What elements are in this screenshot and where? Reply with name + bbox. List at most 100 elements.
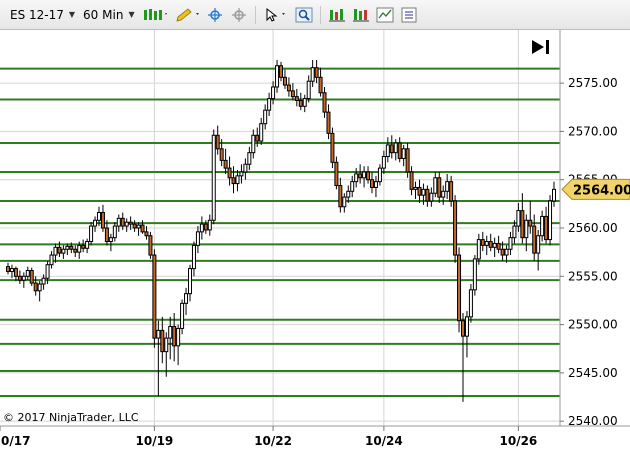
scroll-to-end-button[interactable] <box>526 36 552 58</box>
candle <box>29 267 34 286</box>
candle-body <box>449 181 454 202</box>
candle-body <box>306 80 311 100</box>
drawing-tool-button[interactable] <box>172 4 202 26</box>
candle-body <box>199 223 204 233</box>
candle-body <box>370 179 374 188</box>
candle-body <box>429 192 434 202</box>
strategies-button[interactable] <box>350 4 372 26</box>
global-crosshair-button[interactable] <box>228 4 250 26</box>
end-bar-icon <box>546 40 549 54</box>
candle-body <box>468 289 473 318</box>
price-tick-label: 2555.00 <box>568 269 618 283</box>
candle-body <box>239 171 244 177</box>
candle-body <box>29 269 34 284</box>
magnifier-icon <box>295 7 313 23</box>
candle-body <box>93 219 98 227</box>
candle-body <box>350 181 355 192</box>
candle-body <box>409 171 414 190</box>
candle-body <box>484 241 489 246</box>
candle-body <box>461 320 465 337</box>
candle-body <box>532 225 537 254</box>
candle-body <box>255 134 260 142</box>
pointer-button[interactable] <box>261 4 291 26</box>
last-price-label: 2564.00 <box>573 183 630 198</box>
candle-body <box>25 269 30 277</box>
zoom-button[interactable] <box>293 4 315 26</box>
candle <box>548 195 553 246</box>
candle-body <box>413 186 418 190</box>
last-price-marker: 2564.00 <box>561 178 630 200</box>
candle-body <box>322 92 327 113</box>
data-series-button[interactable] <box>374 4 396 26</box>
time-tick-label: 10/26 <box>500 434 538 448</box>
candle-body <box>279 65 283 78</box>
interval-selector[interactable]: 60 Min ▼ <box>79 4 139 26</box>
candle-body <box>433 177 438 194</box>
candle-body <box>401 148 406 159</box>
candle-body <box>318 76 323 94</box>
bar-type-button[interactable] <box>140 4 170 26</box>
candle-body <box>259 123 264 142</box>
properties-button[interactable] <box>398 4 420 26</box>
candle-body <box>9 268 14 272</box>
candle-body <box>57 246 62 254</box>
candle-body <box>188 268 192 295</box>
candle-body <box>338 185 343 208</box>
candle-body <box>13 268 18 277</box>
candle-body <box>405 148 410 173</box>
chevron-down-icon: ▼ <box>68 10 76 19</box>
chart-panel[interactable]: 2575.002570.002565.002560.002555.002550.… <box>0 30 630 458</box>
candle-body <box>164 337 169 353</box>
crosshair-button[interactable] <box>204 4 226 26</box>
candle-body <box>512 225 517 239</box>
candle <box>152 249 157 348</box>
candle-body <box>421 188 426 196</box>
candle-body <box>128 221 133 225</box>
candle-body <box>425 188 430 202</box>
candle-body <box>271 86 276 100</box>
cursor-arrow-icon <box>263 7 289 23</box>
candle-body <box>211 134 216 221</box>
candle-body <box>480 239 485 246</box>
strategies-icon <box>352 7 370 23</box>
candle-body <box>492 242 497 248</box>
candle-body <box>298 100 303 107</box>
candle-body <box>275 65 280 88</box>
candle-body <box>445 181 450 192</box>
price-tick-label: 2550.00 <box>568 318 618 332</box>
candle-body <box>366 171 371 181</box>
indicators-icon <box>328 7 346 23</box>
candle-body <box>81 244 86 249</box>
candle-body <box>488 241 493 248</box>
candle-body <box>17 275 22 281</box>
candle-body <box>120 217 125 227</box>
candle <box>472 255 477 296</box>
candle-body <box>536 235 541 254</box>
candle-body <box>310 67 315 82</box>
candle-body <box>453 200 458 256</box>
candle-body <box>53 246 58 256</box>
candle-body <box>441 190 446 198</box>
candle-body <box>472 258 477 291</box>
indicators-button[interactable] <box>326 4 348 26</box>
candle-body <box>152 254 157 339</box>
candle <box>89 222 94 246</box>
instrument-selector[interactable]: ES 12-17 ▼ <box>6 4 79 26</box>
time-tick-label: 0/17 <box>1 434 30 448</box>
candle-body <box>540 215 545 237</box>
candle-body <box>223 159 228 169</box>
price-chart[interactable]: 2575.002570.002565.002560.002555.002550.… <box>0 30 630 458</box>
candle-body <box>381 156 386 169</box>
candle-body <box>77 244 82 253</box>
price-tick-label: 2575.00 <box>568 76 618 90</box>
chart-toolbar: ES 12-17 ▼ 60 Min ▼ <box>0 0 630 30</box>
candle-body <box>552 188 556 202</box>
candle-body <box>37 283 42 292</box>
candle-body <box>417 186 422 196</box>
candle-body <box>73 248 78 253</box>
candle-body <box>108 237 113 243</box>
candle-body <box>41 277 46 285</box>
candle-body <box>520 210 525 239</box>
candle-body <box>389 144 394 154</box>
properties-icon <box>400 7 418 23</box>
